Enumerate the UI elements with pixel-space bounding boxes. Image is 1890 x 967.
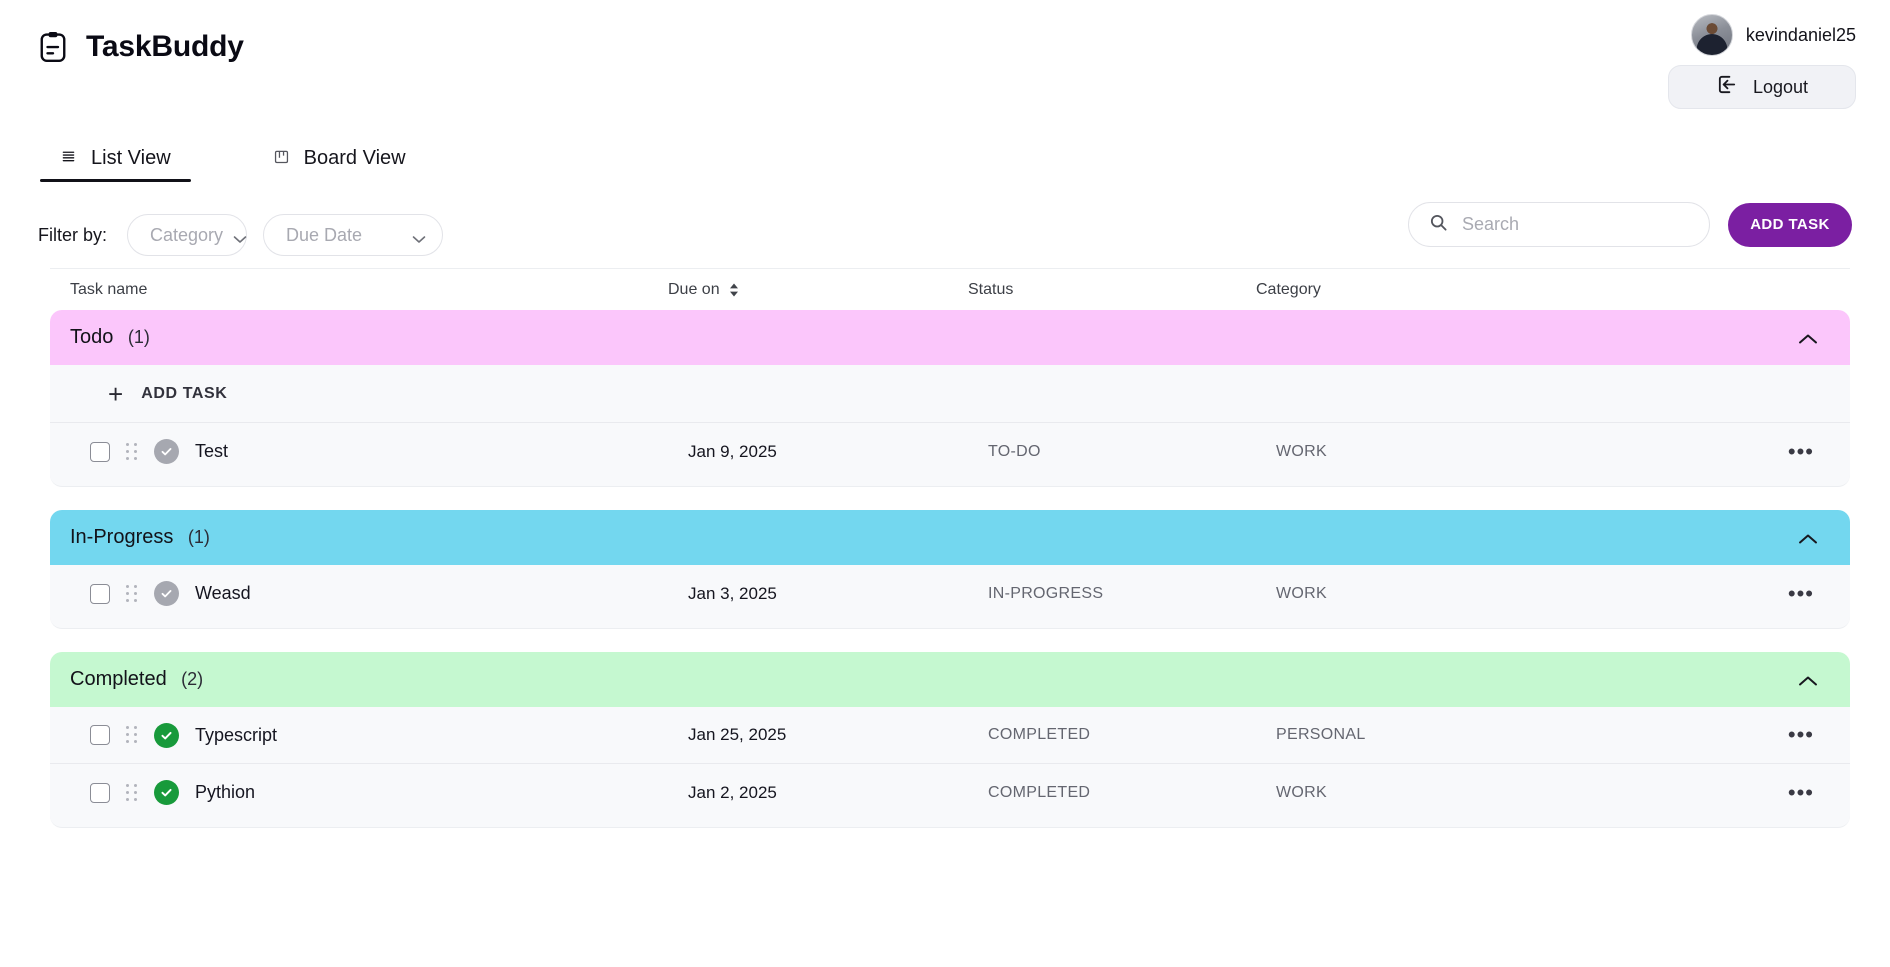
chevron-up-icon[interactable] (1798, 332, 1818, 344)
task-status: IN-PROGRESS (988, 585, 1276, 603)
table-row[interactable]: Pythion Jan 2, 2025 COMPLETED WORK ••• (50, 764, 1850, 821)
task-complete-toggle-icon[interactable] (154, 439, 179, 464)
section-title-todo: Todo (70, 326, 113, 348)
view-tabs: List View Board View (0, 120, 1890, 182)
plus-icon: + (108, 381, 123, 407)
section-todo: Todo (1) + ADD TASK (50, 310, 1850, 487)
section-header-completed[interactable]: Completed (2) (50, 652, 1850, 707)
right-controls: ADD TASK (1408, 202, 1852, 247)
more-options-icon[interactable]: ••• (1576, 587, 1818, 600)
category-filter-select[interactable]: Category (127, 214, 247, 256)
brand: TaskBuddy (38, 30, 1850, 64)
column-header-category: Category (1256, 281, 1556, 299)
section-count-in-progress: (1) (188, 527, 210, 547)
more-options-icon[interactable]: ••• (1576, 786, 1818, 799)
logout-arrow-icon (1716, 73, 1739, 101)
search-box[interactable] (1408, 202, 1710, 247)
chevron-up-icon[interactable] (1798, 532, 1818, 544)
task-complete-toggle-icon[interactable] (154, 723, 179, 748)
chevron-down-icon (412, 231, 426, 240)
task-name: Weasd (195, 583, 251, 604)
add-task-inline-button[interactable]: + ADD TASK (50, 365, 1850, 423)
task-name: Test (195, 441, 228, 462)
section-count-todo: (1) (128, 327, 150, 347)
column-header-task-name: Task name (50, 281, 668, 299)
due-date-filter-select[interactable]: Due Date (263, 214, 443, 256)
task-table: Task name Due on Status Category Todo (1… (0, 268, 1890, 828)
task-due-date: Jan 2, 2025 (688, 783, 988, 803)
logout-label: Logout (1753, 77, 1808, 98)
user-block: kevindaniel25 Logout (1668, 14, 1856, 109)
chevron-down-icon (233, 231, 247, 240)
row-checkbox[interactable] (90, 783, 110, 803)
row-checkbox[interactable] (90, 584, 110, 604)
filter-bar: Filter by: Category Due Date ADD TASK (0, 182, 1890, 268)
due-date-filter-label: Due Date (286, 225, 362, 246)
drag-handle-icon[interactable] (126, 784, 138, 802)
user-row: kevindaniel25 (1691, 14, 1856, 56)
table-row[interactable]: Test Jan 9, 2025 TO-DO WORK ••• (50, 423, 1850, 480)
column-header-due-on[interactable]: Due on (668, 281, 968, 299)
task-due-date: Jan 3, 2025 (688, 584, 988, 604)
section-count-completed: (2) (181, 669, 203, 689)
task-complete-toggle-icon[interactable] (154, 780, 179, 805)
row-checkbox[interactable] (90, 442, 110, 462)
section-header-todo[interactable]: Todo (1) (50, 310, 1850, 365)
board-icon (273, 148, 290, 170)
section-body-in-progress: Weasd Jan 3, 2025 IN-PROGRESS WORK ••• (50, 565, 1850, 629)
task-due-date: Jan 25, 2025 (688, 725, 988, 745)
drag-handle-icon[interactable] (126, 585, 138, 603)
sort-arrows-icon[interactable] (729, 283, 739, 297)
table-header-row: Task name Due on Status Category (50, 268, 1850, 310)
app-title: TaskBuddy (86, 30, 244, 64)
tab-list-view[interactable]: List View (40, 147, 191, 182)
section-body-todo: + ADD TASK Test Jan 9, 2025 TO-DO WORK (50, 365, 1850, 487)
chevron-up-icon[interactable] (1798, 674, 1818, 686)
column-header-due-on-label: Due on (668, 281, 720, 299)
task-name: Pythion (195, 782, 255, 803)
tab-board-view-label: Board View (304, 147, 406, 170)
task-category: WORK (1276, 585, 1576, 603)
table-row[interactable]: Typescript Jan 25, 2025 COMPLETED PERSON… (50, 707, 1850, 764)
avatar (1691, 14, 1733, 56)
filter-by-label: Filter by: (38, 225, 107, 246)
section-header-in-progress[interactable]: In-Progress (1) (50, 510, 1850, 565)
category-filter-label: Category (150, 225, 223, 246)
task-status: COMPLETED (988, 726, 1276, 744)
search-icon (1429, 213, 1448, 237)
section-in-progress: In-Progress (1) Weasd Jan 3, (50, 510, 1850, 629)
drag-handle-icon[interactable] (126, 726, 138, 744)
section-title-completed: Completed (70, 668, 167, 690)
task-category: PERSONAL (1276, 726, 1576, 744)
task-due-date: Jan 9, 2025 (688, 442, 988, 462)
list-icon (60, 148, 77, 170)
section-completed: Completed (2) Typescript Ja (50, 652, 1850, 828)
clipboard-icon (38, 30, 68, 64)
tab-list-view-label: List View (91, 147, 171, 170)
column-header-status: Status (968, 281, 1256, 299)
add-task-button[interactable]: ADD TASK (1728, 203, 1852, 247)
tab-board-view[interactable]: Board View (253, 147, 426, 182)
section-body-completed: Typescript Jan 25, 2025 COMPLETED PERSON… (50, 707, 1850, 828)
task-name: Typescript (195, 725, 277, 746)
task-category: WORK (1276, 784, 1576, 802)
section-title-in-progress: In-Progress (70, 526, 173, 548)
drag-handle-icon[interactable] (126, 443, 138, 461)
add-task-inline-label: ADD TASK (141, 385, 227, 403)
task-status: TO-DO (988, 443, 1276, 461)
more-options-icon[interactable]: ••• (1576, 728, 1818, 741)
task-category: WORK (1276, 443, 1576, 461)
app-header: TaskBuddy kevindaniel25 Logout (0, 0, 1890, 120)
task-status: COMPLETED (988, 784, 1276, 802)
table-row[interactable]: Weasd Jan 3, 2025 IN-PROGRESS WORK ••• (50, 565, 1850, 622)
row-checkbox[interactable] (90, 725, 110, 745)
more-options-icon[interactable]: ••• (1576, 445, 1818, 458)
task-complete-toggle-icon[interactable] (154, 581, 179, 606)
logout-button[interactable]: Logout (1668, 65, 1856, 109)
username: kevindaniel25 (1746, 25, 1856, 46)
search-input[interactable] (1462, 214, 1689, 235)
